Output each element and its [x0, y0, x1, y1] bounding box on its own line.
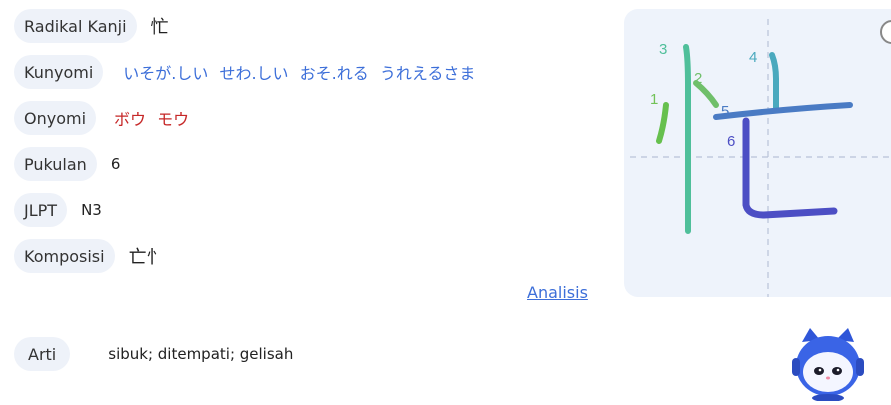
stroke-number-2: 2 — [694, 70, 702, 87]
radical-value: 忙 — [150, 17, 169, 38]
stroke-number-4: 4 — [749, 49, 757, 66]
pukulan-label: Pukulan — [14, 147, 97, 181]
onyomi-label: Onyomi — [14, 101, 97, 135]
stroke-order-panel[interactable]: 1 2 3 4 5 6 — [624, 9, 891, 297]
stroke-number-3: 3 — [659, 41, 667, 58]
robot-cat-mascot-icon[interactable] — [790, 326, 866, 402]
jlpt-row: JLPT N3 — [14, 193, 102, 227]
komposisi-label: Komposisi — [14, 239, 115, 273]
kunyomi-reading[interactable]: おそ.れる — [300, 64, 369, 83]
komposisi-row: Komposisi 亡忄 — [14, 239, 165, 273]
stroke-number-1: 1 — [650, 91, 658, 108]
arti-row: Arti sibuk; ditempati; gelisah — [14, 337, 293, 371]
analisis-link[interactable]: Analisis — [527, 283, 588, 302]
stroke-3 — [683, 44, 691, 234]
pukulan-value: 6 — [110, 155, 121, 173]
onyomi-reading[interactable]: モウ — [157, 110, 189, 129]
arti-label: Arti — [14, 337, 71, 371]
kunyomi-reading[interactable]: いそが.しい — [123, 64, 208, 83]
kunyomi-label: Kunyomi — [14, 55, 104, 89]
onyomi-values: ボウ モウ — [114, 106, 195, 130]
stroke-number-5: 5 — [721, 103, 729, 120]
kunyomi-reading[interactable]: うれえるさま — [380, 64, 476, 83]
stroke-5 — [713, 102, 853, 120]
stroke-number-6: 6 — [727, 133, 735, 150]
kunyomi-values: いそが.しい せわ.しい おそ.れる うれえるさま — [123, 60, 481, 84]
komposisi-value: 亡忄 — [128, 247, 165, 268]
jlpt-value: N3 — [81, 201, 102, 219]
kunyomi-row: Kunyomi いそが.しい せわ.しい おそ.れる うれえるさま — [14, 55, 481, 89]
radical-label: Radikal Kanji — [14, 9, 137, 43]
arti-value: sibuk; ditempati; gelisah — [108, 345, 294, 363]
pukulan-row: Pukulan 6 — [14, 147, 120, 181]
radical-row: Radikal Kanji 忙 — [14, 9, 169, 43]
jlpt-label: JLPT — [14, 193, 68, 227]
stroke-4 — [769, 52, 779, 112]
stroke-1 — [656, 102, 669, 144]
stroke-order-diagram: 1 2 3 4 5 6 — [630, 19, 891, 297]
onyomi-row: Onyomi ボウ モウ — [14, 101, 195, 135]
kunyomi-reading[interactable]: せわ.しい — [219, 64, 288, 83]
stroke-6 — [742, 117, 838, 219]
onyomi-reading[interactable]: ボウ — [114, 110, 146, 129]
